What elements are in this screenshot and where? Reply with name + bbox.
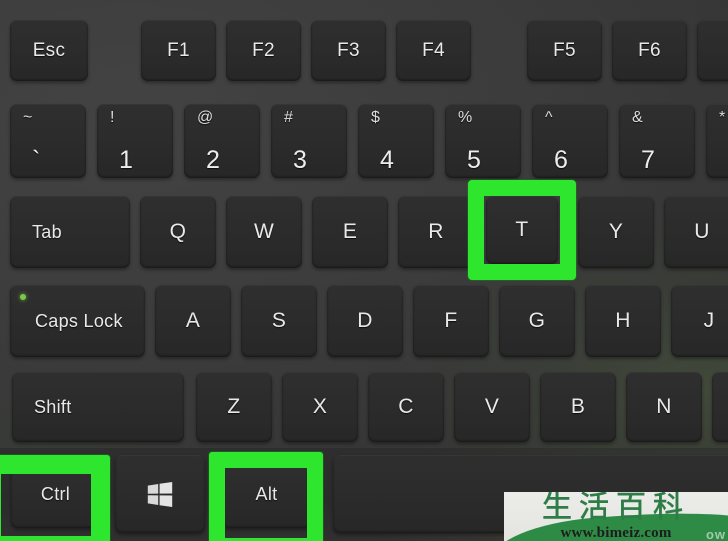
key-z[interactable]: Z: [196, 372, 272, 442]
watermark: 生活百科 www.bimeiz.com ow: [504, 492, 728, 541]
key-legend-top: &: [632, 109, 643, 126]
key-label: Caps Lock: [35, 310, 123, 331]
key-f7-partial[interactable]: [697, 20, 728, 81]
key-legend-top: !: [110, 109, 115, 126]
key-h[interactable]: H: [585, 285, 661, 357]
key-8-partial[interactable]: *: [706, 104, 728, 178]
key-legend-bottom: 6: [554, 145, 569, 174]
key-q[interactable]: Q: [140, 196, 216, 268]
keyboard-illustration: Esc F1 F2 F3 F4 F5 F6 ~ ` ! 1 @ 2 # 3 $ …: [0, 0, 728, 541]
key-f5[interactable]: F5: [527, 20, 602, 81]
key-6[interactable]: ^ 6: [532, 104, 608, 178]
key-f1[interactable]: F1: [141, 20, 216, 81]
key-esc[interactable]: Esc: [10, 20, 88, 81]
key-1[interactable]: ! 1: [97, 104, 173, 178]
key-g[interactable]: G: [499, 285, 575, 357]
key-w[interactable]: W: [226, 196, 302, 268]
key-2[interactable]: @ 2: [184, 104, 260, 178]
watermark-chinese-text: 生活百科: [542, 492, 690, 525]
key-legend-bottom: 7: [641, 145, 656, 174]
caps-lock-led-icon: [20, 294, 26, 300]
key-f2[interactable]: F2: [226, 20, 301, 81]
key-legend-bottom: 5: [467, 145, 482, 174]
key-windows[interactable]: [115, 455, 205, 533]
key-m-partial[interactable]: M: [712, 372, 728, 442]
key-7[interactable]: & 7: [619, 104, 695, 178]
key-3[interactable]: # 3: [271, 104, 347, 178]
key-legend-top: *: [719, 109, 726, 126]
highlight-box-alt: [209, 452, 323, 541]
key-backtick[interactable]: ~ `: [10, 104, 86, 178]
key-legend-bottom: 1: [119, 145, 134, 174]
key-legend-top: @: [197, 109, 214, 126]
key-r[interactable]: R: [398, 196, 474, 268]
key-b[interactable]: B: [540, 372, 616, 442]
highlight-box-ctrl: [0, 455, 110, 541]
key-f[interactable]: F: [413, 285, 489, 357]
key-legend-top: $: [371, 109, 381, 126]
key-tab[interactable]: Tab: [10, 196, 130, 268]
key-legend-top: ^: [545, 109, 553, 126]
watermark-url: www.bimeiz.com: [560, 525, 672, 541]
key-x[interactable]: X: [282, 372, 358, 442]
watermark-ghost-text: ow: [705, 527, 726, 541]
key-shift[interactable]: Shift: [12, 372, 184, 442]
key-d[interactable]: D: [327, 285, 403, 357]
key-legend-top: ~: [23, 109, 33, 126]
key-v[interactable]: V: [454, 372, 530, 442]
windows-logo-icon: [147, 481, 173, 507]
highlight-box-t: [468, 180, 576, 280]
key-legend-bottom: 2: [206, 145, 221, 174]
key-5[interactable]: % 5: [445, 104, 521, 178]
key-y[interactable]: Y: [578, 196, 654, 268]
key-legend-top: #: [284, 109, 294, 126]
key-f6[interactable]: F6: [612, 20, 687, 81]
key-legend-bottom: 3: [293, 145, 308, 174]
key-f3[interactable]: F3: [311, 20, 386, 81]
key-legend-top: %: [458, 109, 473, 126]
key-s[interactable]: S: [241, 285, 317, 357]
key-f4[interactable]: F4: [396, 20, 471, 81]
key-legend-bottom: 4: [380, 145, 395, 174]
key-a[interactable]: A: [155, 285, 231, 357]
key-j[interactable]: J: [671, 285, 728, 357]
key-e[interactable]: E: [312, 196, 388, 268]
key-n[interactable]: N: [626, 372, 702, 442]
key-legend-bottom: `: [32, 145, 41, 174]
key-4[interactable]: $ 4: [358, 104, 434, 178]
key-u[interactable]: U: [664, 196, 728, 268]
key-caps-lock[interactable]: Caps Lock: [10, 285, 145, 357]
key-c[interactable]: C: [368, 372, 444, 442]
